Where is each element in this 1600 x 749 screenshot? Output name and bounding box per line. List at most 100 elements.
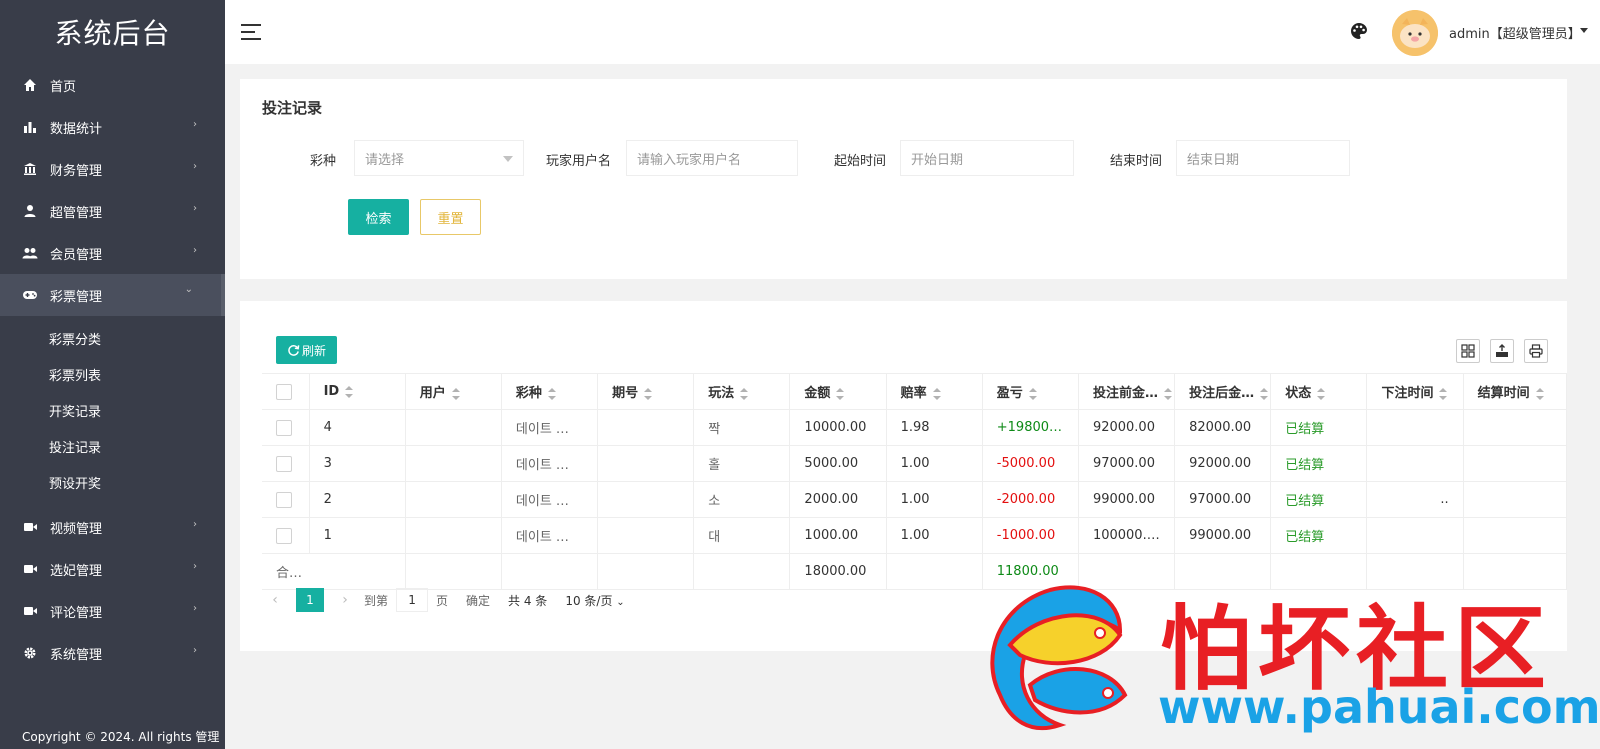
- column-header[interactable]: 盈亏: [982, 373, 1079, 410]
- refresh-label: 刷新: [301, 343, 326, 358]
- sidebar-item-2[interactable]: 财务管理 ›: [0, 148, 225, 190]
- confirm-button[interactable]: 确定: [466, 592, 490, 609]
- table-row[interactable]: 1 데이트 … 대 1000.00 1.00 -1000.00 100000.00 99000…: [262, 517, 1568, 554]
- sidebar-item-6[interactable]: 视频管理 ›: [0, 506, 225, 548]
- cell-bet-time: ..: [1366, 481, 1464, 518]
- table-row[interactable]: 3 데이트 … 홀 5000.00 1.00 -5000.00 97000.00 92000.…: [262, 445, 1568, 482]
- cell-after: 99000.00: [1174, 517, 1272, 554]
- cell-bet-time: [1366, 517, 1464, 554]
- column-header[interactable]: 用户: [405, 373, 502, 410]
- column-header[interactable]: 玩法: [693, 373, 791, 410]
- sort-icon[interactable]: [1028, 387, 1037, 400]
- sort-icon[interactable]: [547, 387, 556, 400]
- sidebar-item-9[interactable]: 系统管理 ›: [0, 632, 225, 674]
- player-input[interactable]: 请输入玩家用户名: [626, 140, 798, 176]
- sort-icon[interactable]: [1260, 387, 1269, 400]
- sidebar-item-label: 会员管理: [50, 247, 103, 263]
- column-header[interactable]: 结算时间: [1463, 373, 1568, 410]
- sidebar-item-0[interactable]: 首页: [0, 64, 225, 106]
- column-header[interactable]: 赔率: [886, 373, 983, 410]
- export-button[interactable]: [1490, 339, 1514, 363]
- start-date-input[interactable]: 开始日期: [900, 140, 1074, 176]
- sidebar-item-label: 视频管理: [50, 521, 103, 537]
- end-date-input[interactable]: 结束日期: [1176, 140, 1350, 176]
- column-header[interactable]: 彩种: [501, 373, 599, 410]
- search-button[interactable]: 检索: [348, 199, 409, 235]
- sort-icon[interactable]: [451, 387, 460, 400]
- watermark-fish-logo: [990, 585, 1128, 731]
- cell-play: 소: [693, 481, 791, 518]
- sort-icon[interactable]: [836, 387, 845, 400]
- sidebar-item-4[interactable]: 会员管理 ›: [0, 232, 225, 274]
- chevron-down-icon[interactable]: [1580, 28, 1588, 33]
- print-button[interactable]: [1524, 339, 1548, 363]
- sort-icon[interactable]: [644, 387, 653, 400]
- bet-records-table: ID 用户 彩种 期号 玩法 金额 赔率 盈亏 投注前金… 投注后金… 状态 下注时间 结算时间 4 데이…: [262, 373, 1568, 590]
- sidebar-item-7[interactable]: 选妃管理 ›: [0, 548, 225, 590]
- cell-lottery: 데이트 …: [501, 517, 599, 554]
- sidebar-item-label: 超管管理: [50, 205, 103, 221]
- column-header[interactable]: 状态: [1270, 373, 1368, 410]
- cell-issue: [597, 481, 695, 518]
- lottery-select-placeholder: 请选择: [365, 152, 405, 168]
- refresh-button[interactable]: 刷新: [276, 336, 337, 364]
- sidebar-subitem-1[interactable]: 彩票列表: [0, 356, 225, 392]
- total-empty-cell: [693, 553, 791, 590]
- sort-icon[interactable]: [740, 387, 749, 400]
- sidebar-subitem-4[interactable]: 预设开奖: [0, 464, 225, 500]
- page-button-current[interactable]: 1: [296, 588, 324, 612]
- prev-page-icon[interactable]: ‹: [262, 592, 288, 608]
- row-checkbox[interactable]: [276, 419, 292, 436]
- cell-play: 대: [693, 517, 791, 554]
- column-header[interactable]: 投注后金…: [1174, 373, 1272, 410]
- goto-page-input[interactable]: 1: [396, 588, 429, 612]
- cell-user: [405, 481, 502, 518]
- lottery-select[interactable]: 请选择: [354, 140, 524, 176]
- sidebar-item-8[interactable]: 评论管理 ›: [0, 590, 225, 632]
- chevron-down-icon: ⌄: [184, 284, 193, 295]
- sidebar-subitem-2[interactable]: 开奖记录: [0, 392, 225, 428]
- row-checkbox[interactable]: [276, 455, 292, 472]
- columns-filter-button[interactable]: [1456, 339, 1480, 363]
- cell-id: 4: [309, 409, 406, 446]
- reset-button[interactable]: 重置: [420, 199, 481, 235]
- column-header[interactable]: ID: [309, 373, 406, 410]
- sort-icon[interactable]: [1317, 387, 1326, 400]
- select-all-checkbox[interactable]: [276, 383, 292, 400]
- user-name[interactable]: admin【超级管理员】: [1449, 23, 1581, 42]
- user-icon: [22, 203, 38, 219]
- column-header[interactable]: 投注前金…: [1078, 373, 1176, 410]
- sidebar-item-label: 首页: [50, 79, 77, 95]
- column-header-label: 状态: [1285, 386, 1312, 401]
- chevron-right-icon: ›: [193, 245, 197, 256]
- sort-icon[interactable]: [1163, 387, 1172, 400]
- column-header[interactable]: 期号: [597, 373, 695, 410]
- sidebar-item-1[interactable]: 数据统计 ›: [0, 106, 225, 148]
- menu-toggle-icon[interactable]: [241, 24, 261, 40]
- table-row[interactable]: 4 데이트 … 짝 10000.00 1.98 +19800.00 92000.00 8200…: [262, 409, 1568, 446]
- sidebar-subitem-3[interactable]: 投注记录: [0, 428, 225, 464]
- start-time-label: 起始时间: [834, 154, 887, 169]
- next-page-icon[interactable]: ›: [332, 592, 358, 608]
- cell-id: 3: [309, 445, 406, 482]
- sidebar-item-3[interactable]: 超管管理 ›: [0, 190, 225, 232]
- column-header[interactable]: 金额: [789, 373, 887, 410]
- per-page-select[interactable]: 10 条/页 ⌄: [565, 592, 624, 609]
- column-header-label: 结算时间: [1477, 386, 1530, 401]
- cell-pnl: +19800.00: [982, 409, 1079, 446]
- row-checkbox[interactable]: [276, 527, 292, 544]
- palette-icon[interactable]: [1350, 22, 1368, 40]
- sort-icon[interactable]: [932, 387, 941, 400]
- sidebar-subitem-0[interactable]: 彩票分类: [0, 320, 225, 356]
- sort-icon[interactable]: [1535, 387, 1544, 400]
- print-icon: [1529, 344, 1543, 358]
- sort-icon[interactable]: [1439, 387, 1448, 400]
- sort-icon[interactable]: [345, 385, 354, 398]
- avatar[interactable]: [1392, 10, 1438, 56]
- sidebar-item-5[interactable]: 彩票管理 ⌄: [0, 274, 225, 316]
- sidebar-subnav: 彩票分类 彩票列表 开奖记录 投注记录 预设开奖: [0, 316, 225, 506]
- column-header-label: ID: [323, 384, 340, 399]
- row-checkbox[interactable]: [276, 491, 292, 508]
- table-row[interactable]: 2 데이트 … 소 2000.00 1.00 -2000.00 99000.00 97000.…: [262, 481, 1568, 518]
- column-header[interactable]: 下注时间: [1366, 373, 1464, 410]
